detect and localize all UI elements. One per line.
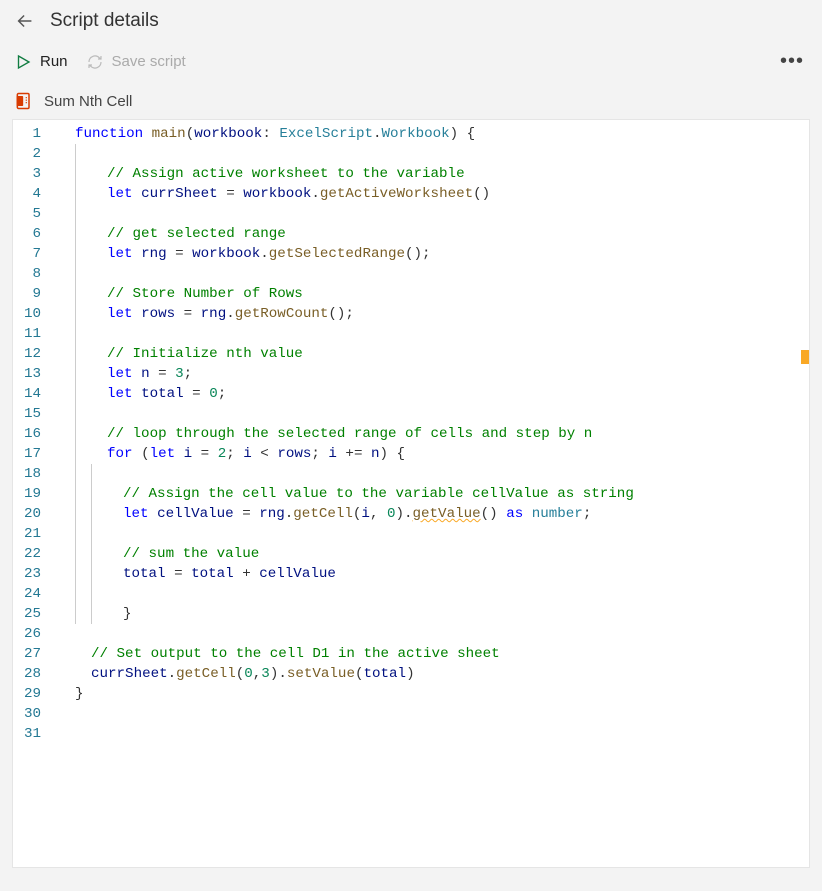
code-line: } [51,604,809,624]
code-line [51,204,809,224]
code-line: function main(workbook: ExcelScript.Work… [51,124,809,144]
scrollbar-marker-warning [801,350,809,364]
code-line: for (let i = 2; i < rows; i += n) { [51,444,809,464]
code-line: let total = 0; [51,384,809,404]
code-line [51,404,809,424]
code-line [51,584,809,604]
save-label: Save script [112,53,186,70]
code-line: } [51,684,809,704]
code-line: // Set output to the cell D1 in the acti… [51,644,809,664]
sync-icon [86,53,104,71]
code-line: let n = 3; [51,364,809,384]
code-line: // Initialize nth value [51,344,809,364]
code-line: // sum the value [51,544,809,564]
page-title: Script details [50,10,159,32]
code-line: let rows = rng.getRowCount(); [51,304,809,324]
run-button[interactable]: Run [14,53,68,71]
code-line [51,324,809,344]
code-line: currSheet.getCell(0,3).setValue(total) [51,664,809,684]
code-line: // Store Number of Rows [51,284,809,304]
code-line [51,144,809,164]
line-number-gutter: 1234567891011121314151617181920212223242… [13,120,51,867]
run-label: Run [40,53,68,70]
code-line: // Assign the cell value to the variable… [51,484,809,504]
code-line [51,624,809,644]
code-line [51,724,809,744]
code-line: let rng = workbook.getSelectedRange(); [51,244,809,264]
back-arrow-icon[interactable] [14,10,36,32]
code-line: total = total + cellValue [51,564,809,584]
code-area[interactable]: function main(workbook: ExcelScript.Work… [51,120,809,867]
script-name-bar: Sum Nth Cell [0,85,822,119]
script-name: Sum Nth Cell [44,93,132,110]
script-file-icon [14,91,34,111]
code-line [51,464,809,484]
toolbar: Run Save script ••• [0,42,822,85]
more-options-button[interactable]: ••• [776,46,808,77]
code-line: // loop through the selected range of ce… [51,424,809,444]
header: Script details [0,0,822,42]
code-line [51,264,809,284]
code-line: let cellValue = rng.getCell(i, 0).getVal… [51,504,809,524]
code-line: let currSheet = workbook.getActiveWorksh… [51,184,809,204]
code-line: // Assign active worksheet to the variab… [51,164,809,184]
code-line [51,524,809,544]
save-script-button[interactable]: Save script [86,53,186,71]
code-editor[interactable]: 1234567891011121314151617181920212223242… [12,119,810,868]
play-icon [14,53,32,71]
code-line [51,704,809,724]
code-line: // get selected range [51,224,809,244]
